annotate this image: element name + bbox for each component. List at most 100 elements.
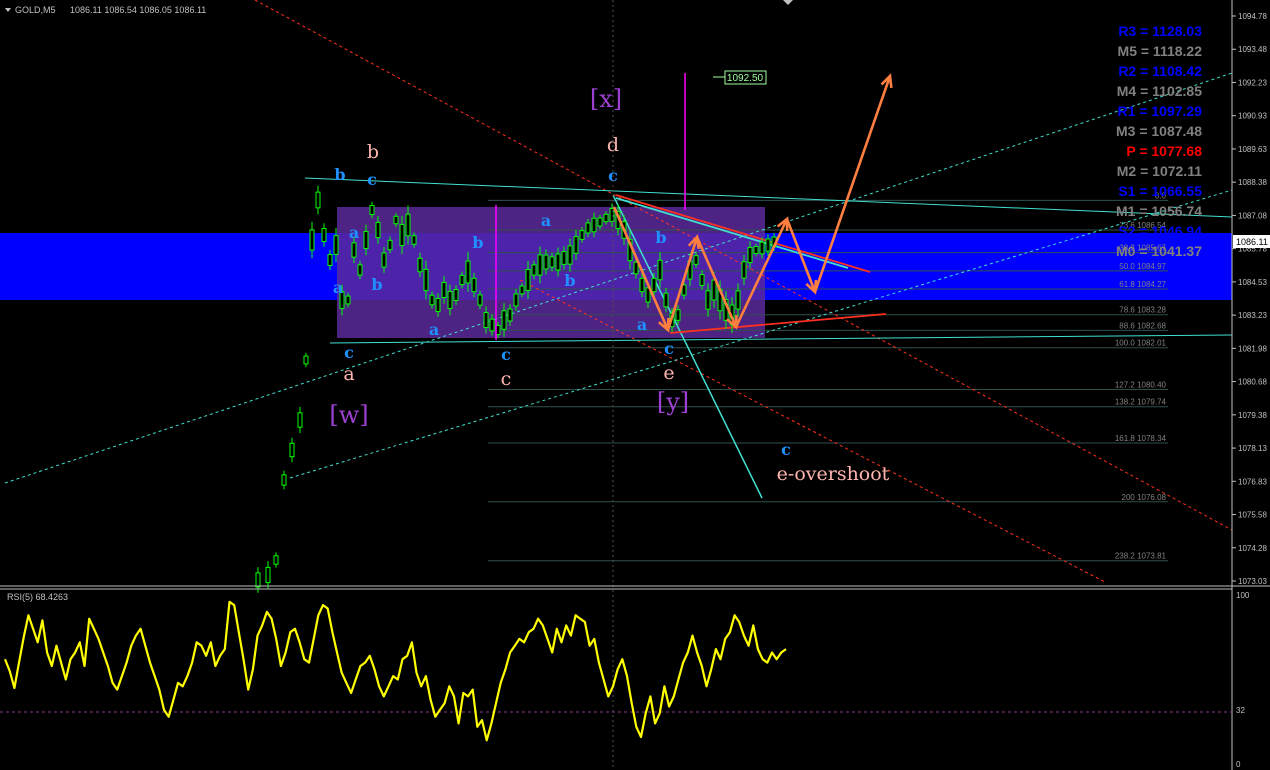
price-tick-label: 1093.48 (1238, 45, 1267, 54)
candle-body (507, 308, 513, 322)
wave-label: b (655, 228, 666, 247)
candle-body (429, 294, 435, 306)
candle-body (273, 555, 279, 565)
pivot-label: M1 = 1056.74 (1116, 203, 1202, 219)
candle-body (747, 246, 753, 264)
candle-body (513, 293, 519, 307)
candle-body (375, 221, 381, 239)
candle-body (759, 241, 765, 255)
candle-body (265, 566, 271, 584)
candle-body (447, 291, 453, 309)
pivot-label: M5 = 1118.22 (1118, 43, 1203, 59)
candle-body (501, 310, 507, 330)
price-tick-label: 1074.28 (1238, 544, 1267, 553)
fib-level-label: 50.0 1084.97 (1119, 262, 1166, 271)
pivot-label: R3 = 1128.03 (1118, 23, 1202, 39)
wave-label: c (501, 368, 512, 390)
candle-body (441, 281, 447, 299)
candle-body (345, 295, 351, 305)
candle-body (471, 277, 477, 293)
candle-body (699, 274, 705, 286)
wave-label: [y] (657, 388, 689, 416)
wave-label: b (367, 141, 379, 163)
wave-label: b (334, 165, 345, 184)
rsi-label: RSI(5) 68.4263 (7, 592, 68, 602)
pivot-label: S2 = 1046.94 (1118, 223, 1202, 239)
ohlc-values: 1086.11 1086.54 1086.05 1086.11 (70, 5, 206, 15)
candle-body (639, 277, 645, 293)
wave-label: a (349, 223, 359, 242)
chart-background (0, 0, 1270, 770)
pivot-label: R2 = 1108.42 (1118, 63, 1202, 79)
wave-label: b (564, 271, 575, 290)
candle-body (357, 264, 363, 276)
candle-body (351, 242, 357, 258)
candle-body (693, 255, 699, 265)
candle-body (543, 254, 549, 270)
wave-label: a (429, 320, 439, 339)
fib-level-label: 200 1076.08 (1122, 493, 1167, 502)
candle-body (423, 268, 429, 292)
candle-body (603, 213, 609, 223)
candle-body (591, 217, 597, 233)
wave-label: a (541, 211, 551, 230)
candle-body (405, 213, 411, 237)
candle-body (735, 290, 741, 310)
wave-label: [x] (590, 85, 622, 113)
fib-level-label: 88.6 1082.68 (1119, 321, 1166, 330)
wave-label: c (664, 339, 674, 358)
candle-body (711, 279, 717, 301)
candle-body (555, 253, 561, 271)
wave-label: b (472, 233, 483, 252)
candle-body (303, 355, 309, 365)
fib-level-label: 127.2 1080.40 (1115, 381, 1167, 390)
candle-body (519, 285, 525, 295)
price-tick-label: 1078.13 (1238, 444, 1267, 453)
candle-body (327, 254, 333, 266)
fib-level-label: 100.0 1082.01 (1115, 339, 1167, 348)
wave-label: b (371, 275, 382, 294)
candle-body (663, 292, 669, 308)
candle-body (633, 261, 639, 275)
pivot-label: M2 = 1072.11 (1117, 163, 1202, 179)
price-tick-label: 1075.58 (1238, 511, 1267, 520)
fib-level-label: 138.2 1079.74 (1115, 398, 1167, 407)
wave-label: a (343, 363, 354, 385)
candle-body (393, 215, 399, 225)
marker-price-label: 1092.50 (727, 73, 764, 84)
candle-body (309, 229, 315, 251)
rsi-tick-label: 0 (1236, 760, 1241, 769)
wave-label: c (367, 170, 377, 189)
wave-label: c (501, 345, 511, 364)
candle-body (459, 274, 465, 286)
wave-label: [w] (329, 401, 368, 429)
price-tick-label: 1079.38 (1238, 411, 1267, 420)
candle-body (489, 318, 495, 332)
price-tick-label: 1080.68 (1238, 378, 1267, 387)
price-tick-label: 1090.93 (1238, 112, 1267, 121)
candle-body (741, 261, 747, 279)
candle-body (573, 236, 579, 254)
candle-body (453, 289, 459, 301)
current-price-label: 1086.11 (1236, 237, 1268, 247)
fib-level-label: 61.8 1084.27 (1119, 280, 1166, 289)
candle-body (597, 217, 603, 227)
price-tick-label: 1076.83 (1238, 477, 1267, 486)
rsi-tick-label: 100 (1236, 591, 1250, 600)
pivot-label: P = 1077.68 (1126, 143, 1202, 159)
candle-body (381, 252, 387, 268)
gold-m5-chart[interactable]: 0.023.6 1086.5438.2 1085.6750.0 1084.976… (0, 0, 1270, 770)
candle-body (483, 311, 489, 329)
candle-body (561, 251, 567, 265)
candle-body (531, 264, 537, 276)
price-tick-label: 1094.78 (1238, 12, 1267, 21)
candle-body (289, 442, 295, 458)
fib-level-label: 238.2 1073.81 (1115, 552, 1167, 561)
wave-label: a (333, 278, 343, 297)
price-tick-label: 1081.98 (1238, 344, 1267, 353)
candle-body (417, 257, 423, 273)
candle-body (363, 231, 369, 249)
candle-body (477, 294, 483, 306)
candle-body (579, 230, 585, 240)
wave-label: c (344, 343, 354, 362)
